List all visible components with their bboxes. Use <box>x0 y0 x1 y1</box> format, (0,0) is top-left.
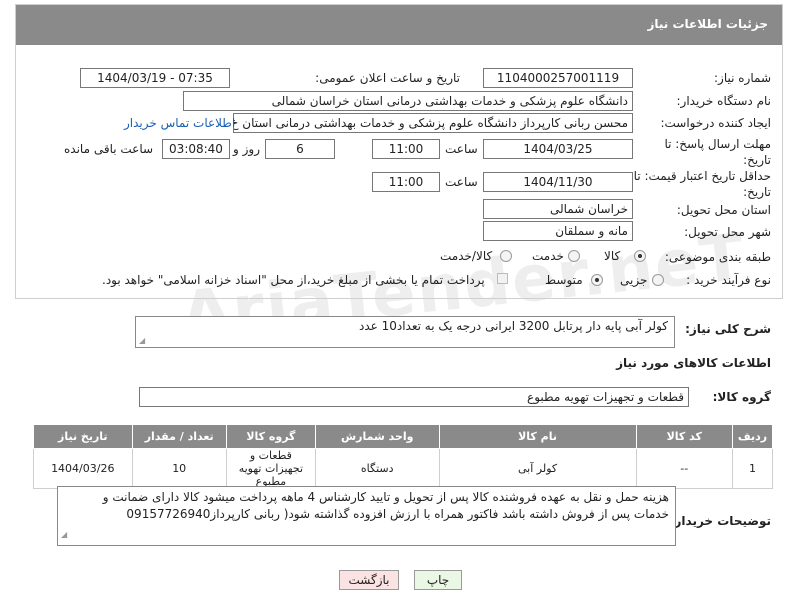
cell-need-date: 1404/03/26 <box>33 448 133 489</box>
requester-label: ایجاد کننده درخواست: <box>660 116 771 130</box>
announce-label: تاریخ و ساعت اعلان عمومی: <box>315 71 460 85</box>
goods-table: ردیف کد کالا نام کالا واحد شمارش گروه کا… <box>33 424 774 489</box>
need-number-label: شماره نیاز: <box>714 71 771 85</box>
price-validity-time-label: ساعت <box>445 175 478 189</box>
col-unit: واحد شمارش <box>314 424 440 449</box>
province-label: استان محل تحویل: <box>676 203 771 217</box>
process-option-medium: متوسط <box>545 273 583 287</box>
category-option-service: خدمت <box>532 249 564 263</box>
category-radio-service[interactable] <box>568 250 580 262</box>
goods-group-value: قطعات و تجهیزات تهویه مطبوع <box>139 387 689 407</box>
deadline-days-label: روز و <box>233 142 260 156</box>
process-label: نوع فرآیند خرید : <box>686 273 771 287</box>
remaining-time: 03:08:40 <box>162 139 230 159</box>
process-radio-minor[interactable] <box>652 274 664 286</box>
city-value: مانه و سملقان <box>483 221 633 241</box>
price-validity-label: حداقل تاریخ اعتبار قیمت: تا تاریخ: <box>633 169 771 199</box>
cell-row-number: 1 <box>731 448 774 489</box>
col-goods-group: گروه کالا <box>225 424 316 449</box>
treasury-payment-note: پرداخت تمام یا بخشی از مبلغ خرید،از محل … <box>102 273 485 287</box>
goods-group-label: گروه کالا: <box>712 390 771 404</box>
buyer-contact-link[interactable]: اطلاعات تماس خریدار <box>124 116 235 130</box>
resize-handle-icon[interactable]: ◢ <box>61 526 67 543</box>
deadline-date: 1404/03/25 <box>483 139 633 159</box>
buyer-org-label: نام دستگاه خریدار: <box>676 94 772 108</box>
table-row: 1 -- کولر آبی دستگاه قطعات و تجهیزات تهو… <box>33 448 774 489</box>
buyer-notes-label: توضیحات خریدار: <box>669 514 771 528</box>
province-value: خراسان شمالی <box>483 199 633 219</box>
print-button[interactable]: چاپ <box>414 570 462 590</box>
treasury-payment-checkbox[interactable] <box>497 273 508 284</box>
deadline-time-label: ساعت <box>445 142 478 156</box>
description-text: کولر آبی پایه دار پرتابل 3200 ایرانی درج… <box>358 319 668 333</box>
category-option-goods-service: کالا/خدمت <box>440 249 493 263</box>
table-header-row: ردیف کد کالا نام کالا واحد شمارش گروه کا… <box>33 424 774 449</box>
resize-handle-icon[interactable]: ◢ <box>139 336 145 345</box>
category-radio-goods[interactable] <box>634 250 646 262</box>
cell-quantity: 10 <box>131 448 227 489</box>
col-row-number: ردیف <box>731 424 774 449</box>
col-need-date: تاریخ نیاز <box>33 424 133 449</box>
col-quantity: تعداد / مقدار <box>131 424 227 449</box>
panel-title: جزئیات اطلاعات نیاز <box>16 5 782 45</box>
buyer-notes-textarea: هزینه حمل و نقل به عهده فروشنده کالا پس … <box>57 486 676 546</box>
deadline-label: مهلت ارسال پاسخ: تا تاریخ: <box>664 137 771 167</box>
category-radio-goods-service[interactable] <box>500 250 512 262</box>
deadline-time: 11:00 <box>372 139 440 159</box>
category-option-goods: کالا <box>604 249 621 263</box>
price-validity-date: 1404/11/30 <box>483 172 633 192</box>
cell-goods-group: قطعات و تجهیزات تهویه مطبوع <box>225 448 316 489</box>
cell-goods-name: کولر آبی <box>438 448 637 489</box>
deadline-days: 6 <box>265 139 335 159</box>
process-radio-medium[interactable] <box>591 274 603 286</box>
col-goods-name: نام کالا <box>438 424 637 449</box>
process-option-minor: جزیی <box>620 273 648 287</box>
cell-goods-code: -- <box>635 448 733 489</box>
back-button[interactable]: بازگشت <box>339 570 399 590</box>
description-label: شرح کلی نیاز: <box>685 322 771 336</box>
requester-value: محسن ربانی کارپرداز دانشگاه علوم پزشکی و… <box>233 113 633 133</box>
buyer-notes-text: هزینه حمل و نقل به عهده فروشنده کالا پس … <box>102 490 669 521</box>
description-textarea: کولر آبی پایه دار پرتابل 3200 ایرانی درج… <box>135 316 675 348</box>
remaining-label: ساعت باقی مانده <box>64 142 154 156</box>
price-validity-time: 11:00 <box>372 172 440 192</box>
cell-unit: دستگاه <box>314 448 440 489</box>
city-label: شهر محل تحویل: <box>684 225 771 239</box>
col-goods-code: کد کالا <box>635 424 733 449</box>
announce-value: 1404/03/19 - 07:35 <box>80 68 230 88</box>
goods-section-title: اطلاعات کالاهای مورد نیاز <box>616 356 771 370</box>
category-label: طبقه بندی موضوعی: <box>664 250 771 264</box>
buyer-org-value: دانشگاه علوم پزشکی و خدمات بهداشتی درمان… <box>183 91 633 111</box>
need-number-value: 1104000257001119 <box>483 68 633 88</box>
